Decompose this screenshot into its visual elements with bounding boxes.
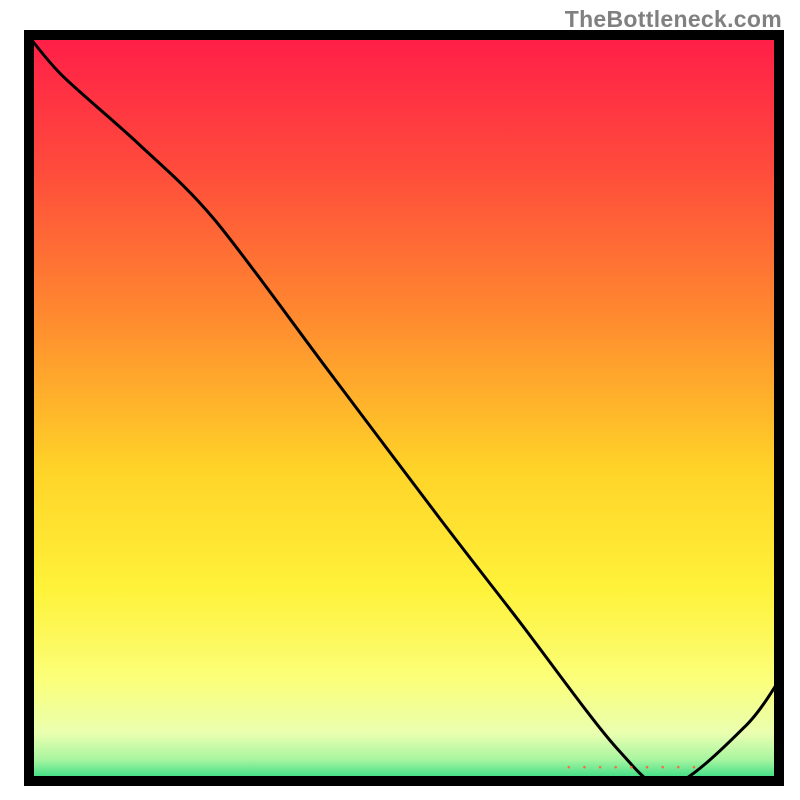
highlight-dots: • • • • • • • • • [567, 762, 700, 772]
chart-root: TheBottleneck.com • • • • • • • • • [0, 0, 800, 800]
watermark-text: TheBottleneck.com [565, 6, 782, 33]
chart-canvas [0, 0, 800, 800]
